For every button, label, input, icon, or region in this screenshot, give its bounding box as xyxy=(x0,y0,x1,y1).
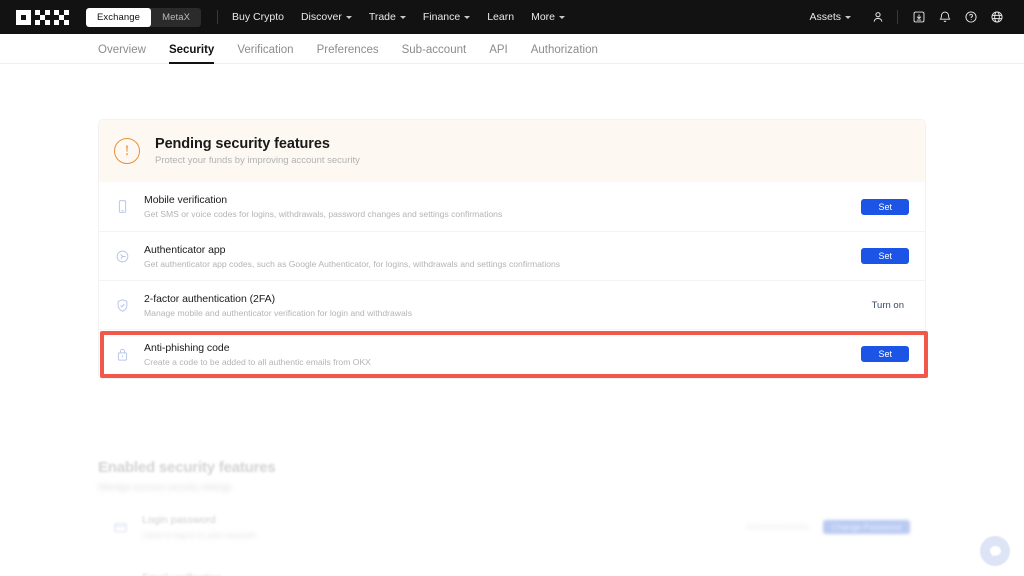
nav-item-more-label: More xyxy=(531,11,556,23)
user-icon xyxy=(873,12,883,22)
okx-logo[interactable] xyxy=(16,9,70,25)
nav-item-buy-crypto-label: Buy Crypto xyxy=(232,11,284,23)
nav-item-trade[interactable]: Trade xyxy=(369,11,406,23)
chat-bubble-icon xyxy=(989,545,1001,557)
download-app-button[interactable] xyxy=(906,4,932,30)
feature-text-group: Authenticator app Get authenticator app … xyxy=(144,244,861,269)
banner-title: Pending security features xyxy=(155,136,330,152)
nav-divider xyxy=(217,10,219,24)
tab-sub-account[interactable]: Sub-account xyxy=(402,44,467,63)
tab-preferences[interactable]: Preferences xyxy=(317,44,379,63)
feature-text-group: 2-factor authentication (2FA) Manage mob… xyxy=(144,293,872,318)
nav-item-more[interactable]: More xyxy=(531,11,566,23)
product-switcher[interactable]: Exchange MetaX xyxy=(86,7,202,27)
nav-item-learn[interactable]: Learn xyxy=(487,11,514,23)
feature-title: Authenticator app xyxy=(144,243,226,256)
enabled-security-section: Enabled security features Manage account… xyxy=(98,459,926,576)
feature-text-group: Mobile verification Get SMS or voice cod… xyxy=(144,194,861,219)
segment-metax[interactable]: MetaX xyxy=(151,8,201,27)
tab-verification[interactable]: Verification xyxy=(237,44,293,63)
nav-item-trade-label: Trade xyxy=(368,11,396,23)
pending-security-card: ! Pending security features Protect your… xyxy=(98,119,926,379)
banner-text-group: Pending security features Protect your f… xyxy=(155,136,360,166)
segment-exchange[interactable]: Exchange xyxy=(86,7,152,27)
shield-check-icon xyxy=(114,297,130,313)
user-account-button[interactable] xyxy=(865,4,891,30)
account-tabs: Overview Security Verification Preferenc… xyxy=(0,34,1024,64)
feature-title: Mobile verification xyxy=(144,194,228,206)
enabled-row-text-group: Email verification Used to confirm login… xyxy=(142,572,367,576)
primary-nav-links: Buy Crypto Discover Trade Finance Learn … xyxy=(232,11,566,23)
mobile-phone-icon xyxy=(114,199,130,215)
nav-item-discover[interactable]: Discover xyxy=(301,11,352,23)
feature-title: 2-factor authentication (2FA) xyxy=(144,292,276,305)
nav-item-buy-crypto[interactable]: Buy Crypto xyxy=(232,11,284,23)
nav-divider xyxy=(897,10,898,24)
notifications-button[interactable] xyxy=(932,4,958,30)
globe-icon xyxy=(991,11,1003,23)
bell-icon xyxy=(939,11,951,22)
enabled-row-title: Login password xyxy=(142,514,216,526)
banner-subtitle: Protect your funds by improving account … xyxy=(155,155,360,166)
nav-item-assets[interactable]: Assets xyxy=(809,11,851,23)
nav-item-finance[interactable]: Finance xyxy=(422,11,471,23)
set-mobile-verification-button[interactable]: Set xyxy=(861,198,909,215)
feature-text-group: Anti-phishing code Create a code to be a… xyxy=(144,342,861,367)
password-card-icon xyxy=(113,520,128,535)
feature-description: Create a code to be added to all authent… xyxy=(144,356,371,367)
chat-support-button[interactable] xyxy=(980,536,1010,566)
download-icon xyxy=(913,11,925,23)
feature-row-authenticator-app: Authenticator app Get authenticator app … xyxy=(99,231,925,280)
tab-authorization[interactable]: Authorization xyxy=(531,44,598,63)
enabled-row-email-verification: Email verification Used to confirm login… xyxy=(98,562,926,576)
nav-item-finance-label: Finance xyxy=(422,11,461,23)
feature-title: Anti-phishing code xyxy=(144,341,230,354)
tab-overview[interactable]: Overview xyxy=(98,44,146,63)
enabled-section-subtitle: Manage account security settings xyxy=(98,482,232,492)
set-authenticator-app-button[interactable]: Set xyxy=(861,248,909,264)
help-icon xyxy=(965,11,977,23)
language-button[interactable] xyxy=(984,4,1010,30)
authenticator-app-icon xyxy=(114,248,130,264)
chevron-down-icon xyxy=(399,16,406,19)
pending-security-banner: ! Pending security features Protect your… xyxy=(99,120,925,182)
feature-description: Manage mobile and authenticator verifica… xyxy=(144,307,412,318)
turn-on-2fa-link[interactable]: Turn on xyxy=(872,300,909,311)
nav-item-assets-label: Assets xyxy=(809,11,841,23)
feature-row-2fa: 2-factor authentication (2FA) Manage mob… xyxy=(99,280,925,329)
nav-item-learn-label: Learn xyxy=(487,11,515,23)
enabled-row-description: Used to log in to your account xyxy=(142,530,256,540)
enabled-row-title: Email verification xyxy=(142,572,367,576)
top-navigation-bar: Exchange MetaX Buy Crypto Discover Trade… xyxy=(0,0,1024,34)
enabled-row-text-group: Login password Used to log in to your ac… xyxy=(142,514,256,540)
chevron-down-icon xyxy=(464,16,471,19)
warning-exclamation-icon: ! xyxy=(114,138,140,164)
enabled-row-value: •••••••••••••••••••• xyxy=(745,522,809,532)
feature-row-anti-phishing-code: Anti-phishing code Create a code to be a… xyxy=(99,329,925,378)
lock-icon xyxy=(114,346,130,362)
tab-api[interactable]: API xyxy=(489,44,508,63)
enabled-section-title: Enabled security features xyxy=(98,459,276,476)
feature-row-mobile-verification: Mobile verification Get SMS or voice cod… xyxy=(99,182,925,231)
change-password-button[interactable]: Change Password xyxy=(822,520,910,534)
tab-security[interactable]: Security xyxy=(168,44,215,64)
chevron-down-icon xyxy=(559,16,566,19)
feature-description: Get authenticator app codes, such as Goo… xyxy=(144,258,561,269)
security-page: ! Pending security features Protect your… xyxy=(0,64,1024,576)
set-anti-phishing-code-button[interactable]: Set xyxy=(861,346,909,362)
feature-description: Get SMS or voice codes for logins, withd… xyxy=(144,209,503,219)
help-button[interactable] xyxy=(958,4,984,30)
nav-item-discover-label: Discover xyxy=(300,11,342,23)
chevron-down-icon xyxy=(845,16,851,19)
chevron-down-icon xyxy=(345,16,352,19)
pending-feature-list: Mobile verification Get SMS or voice cod… xyxy=(99,182,925,378)
enabled-row-login-password: Login password Used to log in to your ac… xyxy=(98,504,926,550)
top-nav-right-group: Assets xyxy=(809,4,1010,30)
